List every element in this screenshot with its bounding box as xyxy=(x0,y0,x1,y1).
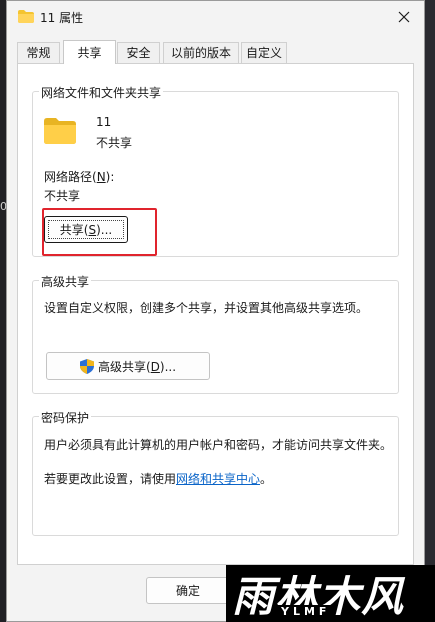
tab-security[interactable]: 安全 xyxy=(117,42,160,63)
folder-name: 11 xyxy=(96,115,112,129)
shield-icon xyxy=(79,358,94,374)
tab-general[interactable]: 常规 xyxy=(17,42,60,63)
tab-previous-versions[interactable]: 以前的版本 xyxy=(163,42,239,63)
network-sharing-center-link[interactable]: 网络和共享中心 xyxy=(176,472,260,486)
tab-sharing[interactable]: 共享 xyxy=(63,40,116,64)
advanced-share-button[interactable]: 高级共享(D)... xyxy=(46,352,210,380)
password-protection-legend: 密码保护 xyxy=(39,409,92,426)
watermark-logo: 雨林木风 YLMF xyxy=(226,565,435,622)
sharing-panel: 网络文件和文件夹共享 11 不共享 网络路径(N): 不共享 共享(S)... … xyxy=(17,63,414,565)
password-protection-group: 密码保护 用户必须具有此计算机的用户帐户和密码，才能访问共享文件夹。 若要更改此… xyxy=(32,409,399,536)
tab-customize[interactable]: 自定义 xyxy=(241,42,287,63)
network-path-label: 网络路径(N): xyxy=(44,170,115,184)
highlight-box xyxy=(42,208,157,256)
advanced-share-legend: 高级共享 xyxy=(39,273,92,290)
ok-button[interactable]: 确定 xyxy=(146,577,230,604)
network-path-value: 不共享 xyxy=(44,189,81,203)
share-state: 不共享 xyxy=(96,136,133,150)
close-icon xyxy=(398,11,410,23)
close-button[interactable] xyxy=(384,1,424,33)
watermark-text-en: YLMF xyxy=(278,605,334,618)
password-description: 用户必须具有此计算机的用户帐户和密码，才能访问共享文件夹。 xyxy=(44,438,393,452)
password-change-hint: 若要更改此设置，请使用网络和共享中心。 xyxy=(44,472,273,486)
title-bar[interactable]: 11 属性 xyxy=(7,1,424,33)
folder-icon xyxy=(44,118,76,144)
advanced-share-button-label: 高级共享(D)... xyxy=(97,359,177,374)
advanced-share-description: 设置自定义权限，创建多个共享，并设置其他高级共享选项。 xyxy=(44,301,369,315)
advanced-share-group: 高级共享 设置自定义权限，创建多个共享，并设置其他高级共享选项。 高级共享(D)… xyxy=(32,273,399,394)
window-title: 11 属性 xyxy=(40,11,84,25)
folder-icon xyxy=(18,10,34,23)
network-share-legend: 网络文件和文件夹共享 xyxy=(39,84,164,101)
properties-window: 11 属性 常规 共享 安全 以前的版本 自定义 网络文件和文件夹共享 11 不… xyxy=(6,0,425,622)
